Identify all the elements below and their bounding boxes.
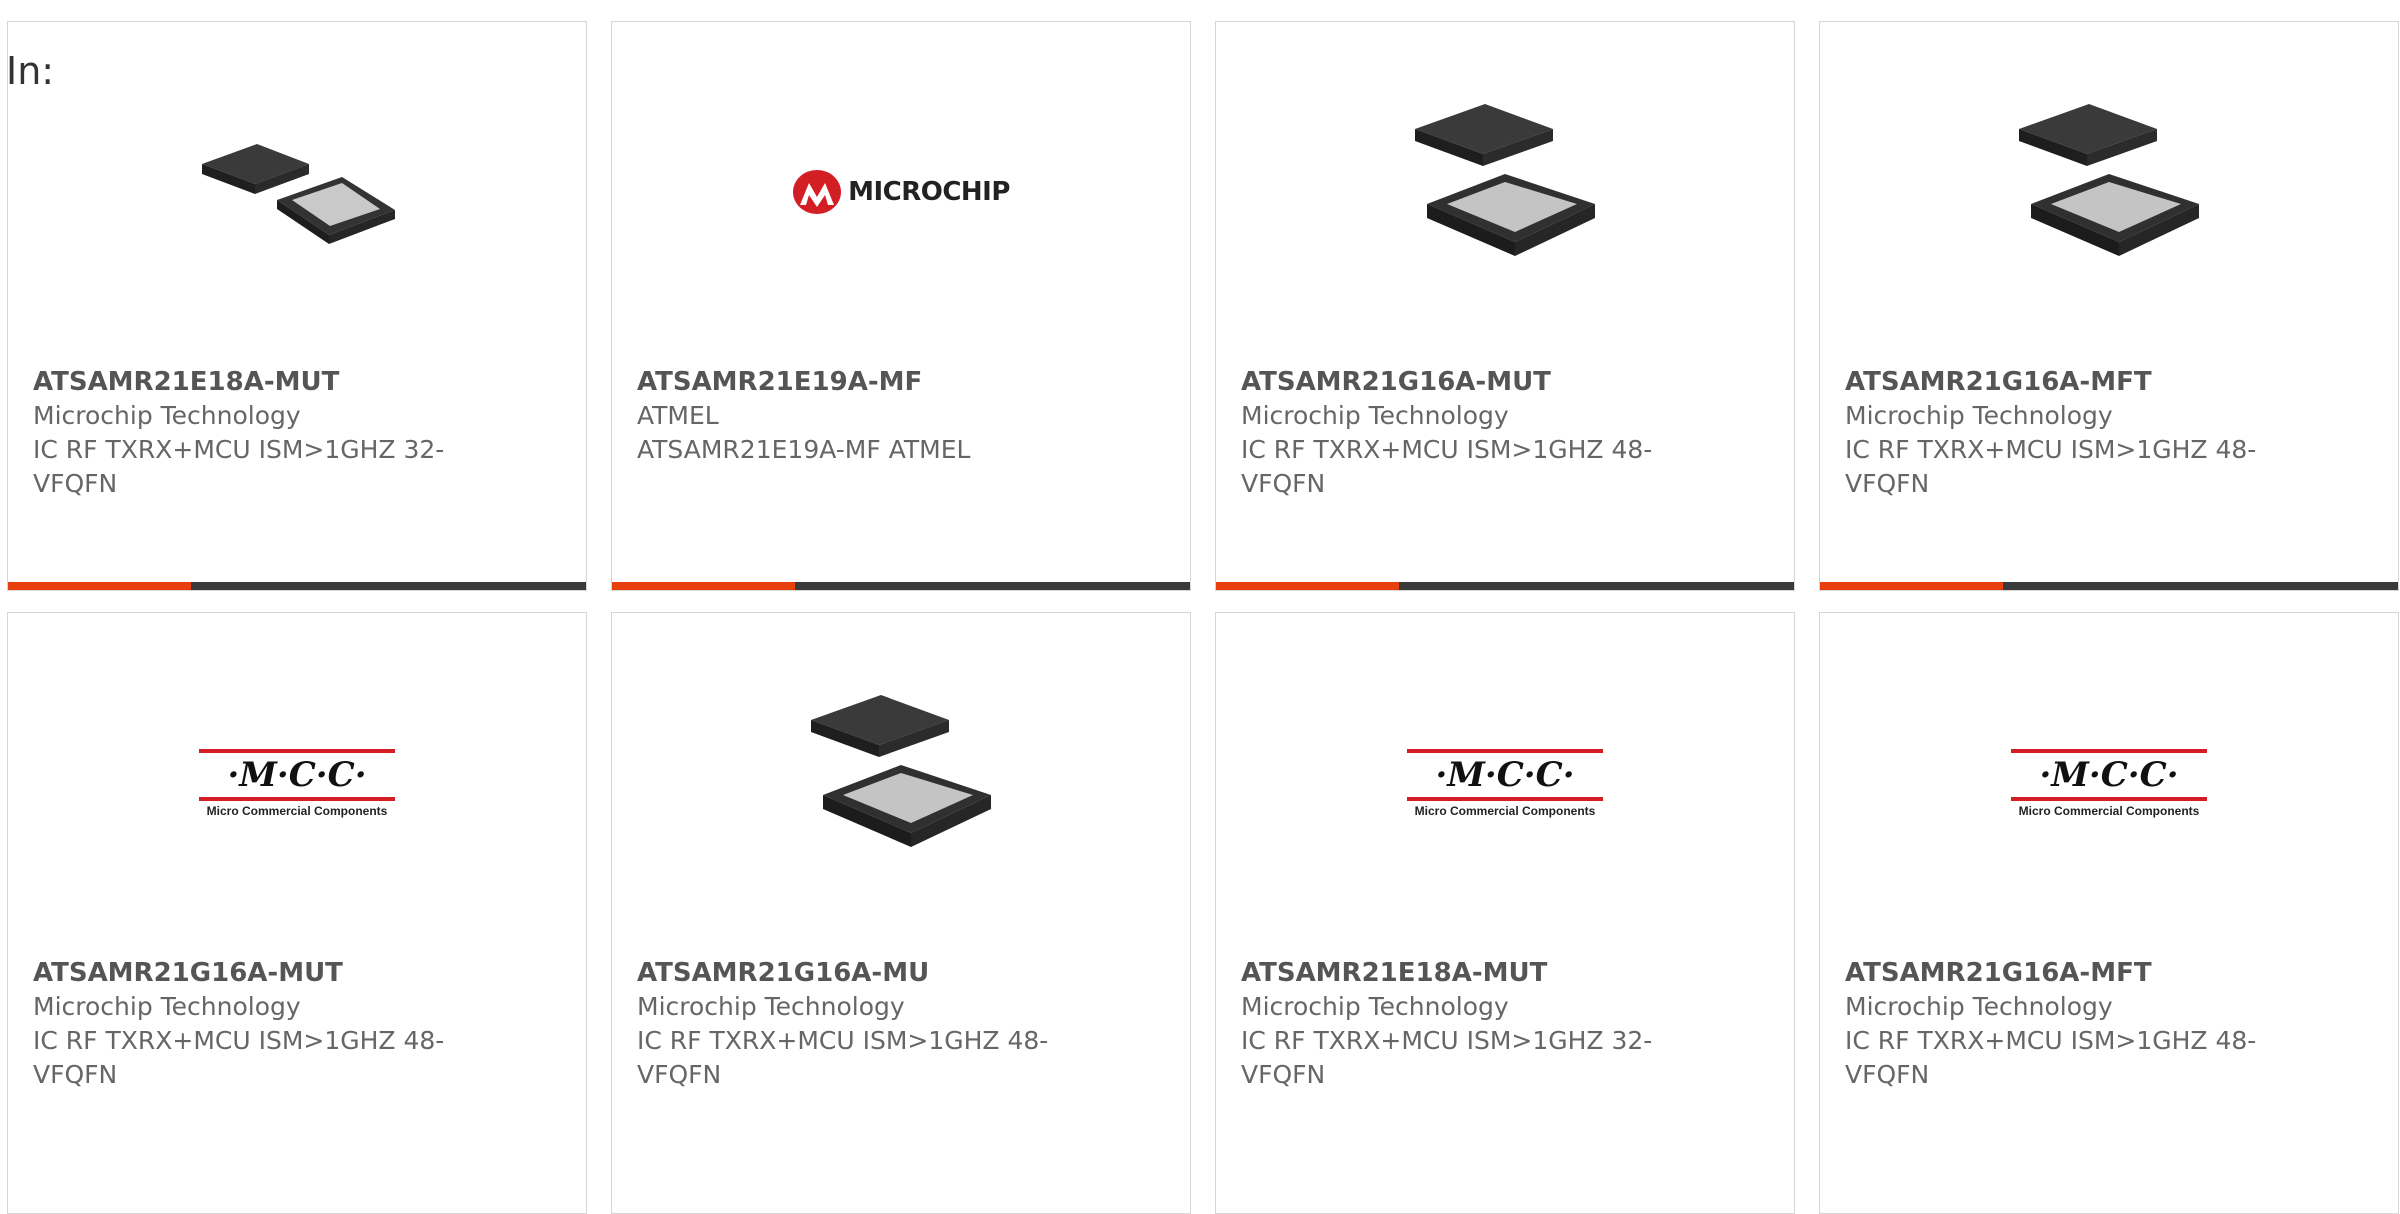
manufacturer: Microchip Technology [1845, 992, 2113, 1021]
manufacturer: Microchip Technology [33, 992, 301, 1021]
mcc-wordmark: ·M·C·C· [2039, 754, 2179, 795]
part-number[interactable]: ATSAMR21G16A-MFT [1845, 365, 2325, 399]
manufacturer: Microchip Technology [33, 401, 301, 430]
mcc-wordmark: ·M·C·C· [1435, 754, 1575, 795]
mcc-logo-icon: ·M·C·C· Micro Commercial Components [1405, 683, 1605, 883]
part-number[interactable]: ATSAMR21E18A-MUT [33, 365, 513, 399]
part-number[interactable]: ATSAMR21G16A-MUT [33, 956, 513, 990]
part-number[interactable]: ATSAMR21E18A-MUT [1241, 956, 1721, 990]
product-info: ATSAMR21E19A-MF ATMEL ATSAMR21E19A-MF AT… [637, 365, 1117, 467]
part-number[interactable]: ATSAMR21E19A-MF [637, 365, 1117, 399]
part-number[interactable]: ATSAMR21G16A-MFT [1845, 956, 2325, 990]
description: IC RF TXRX+MCU ISM>1GHZ 32-VFQFN [33, 435, 445, 498]
microchip-logo-icon: MICROCHIP [793, 92, 1010, 292]
product-info: ATSAMR21G16A-MUT Microchip Technology IC… [1241, 365, 1721, 501]
product-card[interactable]: ATSAMR21E18A-MUT Microchip Technology IC… [7, 21, 587, 591]
description: ATSAMR21E19A-MF ATMEL [637, 435, 971, 464]
description: IC RF TXRX+MCU ISM>1GHZ 48-VFQFN [33, 1026, 445, 1089]
mcc-wordmark: ·M·C·C· [227, 754, 367, 795]
card-accent-bar [612, 582, 1190, 590]
product-info: ATSAMR21G16A-MFT Microchip Technology IC… [1845, 956, 2325, 1092]
product-card[interactable]: ·M·C·C· Micro Commercial Components ATSA… [1215, 612, 1795, 1214]
card-accent-bar [8, 582, 586, 590]
product-card[interactable]: ATSAMR21G16A-MUT Microchip Technology IC… [1215, 21, 1795, 591]
mcc-tagline: Micro Commercial Components [206, 803, 388, 818]
microchip-wordmark: MICROCHIP [848, 177, 1010, 207]
in-label: In: [6, 49, 55, 93]
manufacturer: Microchip Technology [1241, 401, 1509, 430]
manufacturer: Microchip Technology [1845, 401, 2113, 430]
product-info: ATSAMR21G16A-MUT Microchip Technology IC… [33, 956, 513, 1092]
mcc-tagline: Micro Commercial Components [2018, 803, 2200, 818]
card-accent-bar [1216, 582, 1794, 590]
chip-package-icon [801, 683, 1001, 883]
manufacturer: ATMEL [637, 401, 719, 430]
mcc-tagline: Micro Commercial Components [1414, 803, 1596, 818]
manufacturer: Microchip Technology [1241, 992, 1509, 1021]
product-card[interactable]: ATSAMR21G16A-MU Microchip Technology IC … [611, 612, 1191, 1214]
part-number[interactable]: ATSAMR21G16A-MUT [1241, 365, 1721, 399]
mcc-logo-icon: ·M·C·C· Micro Commercial Components [2009, 683, 2209, 883]
description: IC RF TXRX+MCU ISM>1GHZ 48-VFQFN [1845, 435, 2257, 498]
description: IC RF TXRX+MCU ISM>1GHZ 48-VFQFN [1241, 435, 1653, 498]
chip-package-icon [2009, 92, 2209, 292]
description: IC RF TXRX+MCU ISM>1GHZ 48-VFQFN [637, 1026, 1049, 1089]
description: IC RF TXRX+MCU ISM>1GHZ 32-VFQFN [1241, 1026, 1653, 1089]
product-info: ATSAMR21G16A-MU Microchip Technology IC … [637, 956, 1117, 1092]
product-card[interactable]: ·M·C·C· Micro Commercial Components ATSA… [1819, 612, 2399, 1214]
product-card[interactable]: ·M·C·C· Micro Commercial Components ATSA… [7, 612, 587, 1214]
product-grid: ATSAMR21E18A-MUT Microchip Technology IC… [7, 21, 2399, 1214]
mcc-logo-icon: ·M·C·C· Micro Commercial Components [197, 683, 397, 883]
product-card[interactable]: ATSAMR21G16A-MFT Microchip Technology IC… [1819, 21, 2399, 591]
chip-package-icon [197, 92, 397, 292]
description: IC RF TXRX+MCU ISM>1GHZ 48-VFQFN [1845, 1026, 2257, 1089]
card-accent-bar [1820, 582, 2398, 590]
product-card[interactable]: MICROCHIP ATSAMR21E19A-MF ATMEL ATSAMR21… [611, 21, 1191, 591]
product-info: ATSAMR21E18A-MUT Microchip Technology IC… [1241, 956, 1721, 1092]
product-info: ATSAMR21E18A-MUT Microchip Technology IC… [33, 365, 513, 501]
chip-package-icon [1405, 92, 1605, 292]
manufacturer: Microchip Technology [637, 992, 905, 1021]
part-number[interactable]: ATSAMR21G16A-MU [637, 956, 1117, 990]
product-info: ATSAMR21G16A-MFT Microchip Technology IC… [1845, 365, 2325, 501]
